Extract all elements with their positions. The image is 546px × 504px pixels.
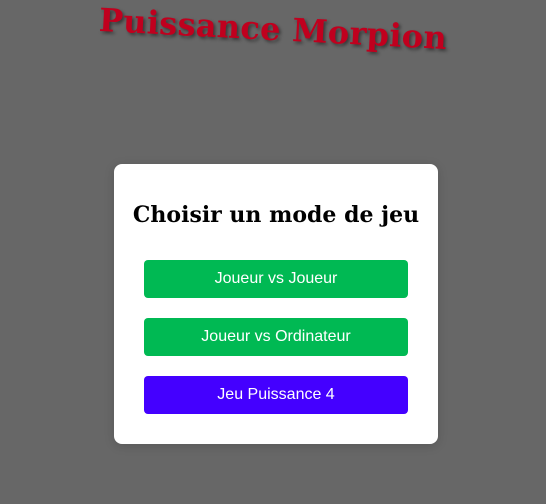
player-vs-player-button[interactable]: Joueur vs Joueur <box>144 260 408 298</box>
page: Puissance Morpion Choisir un mode de jeu… <box>0 0 546 504</box>
connect-four-button[interactable]: Jeu Puissance 4 <box>144 376 408 414</box>
player-vs-computer-button[interactable]: Joueur vs Ordinateur <box>144 318 408 356</box>
modal-title: Choisir un mode de jeu <box>132 202 420 228</box>
game-mode-modal: Choisir un mode de jeu Joueur vs Joueur … <box>114 164 438 444</box>
page-title: Puissance Morpion <box>98 0 448 58</box>
